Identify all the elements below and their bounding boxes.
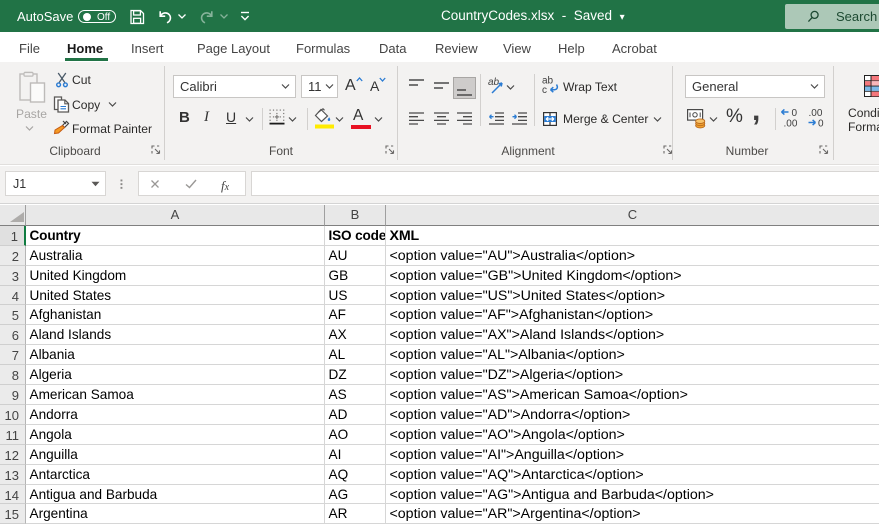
svg-text:0: 0 xyxy=(818,119,824,129)
svg-text:.00: .00 xyxy=(809,108,823,119)
svg-text:c: c xyxy=(542,85,547,95)
svg-text:0: 0 xyxy=(792,108,798,119)
svg-text:.00: .00 xyxy=(784,119,798,129)
